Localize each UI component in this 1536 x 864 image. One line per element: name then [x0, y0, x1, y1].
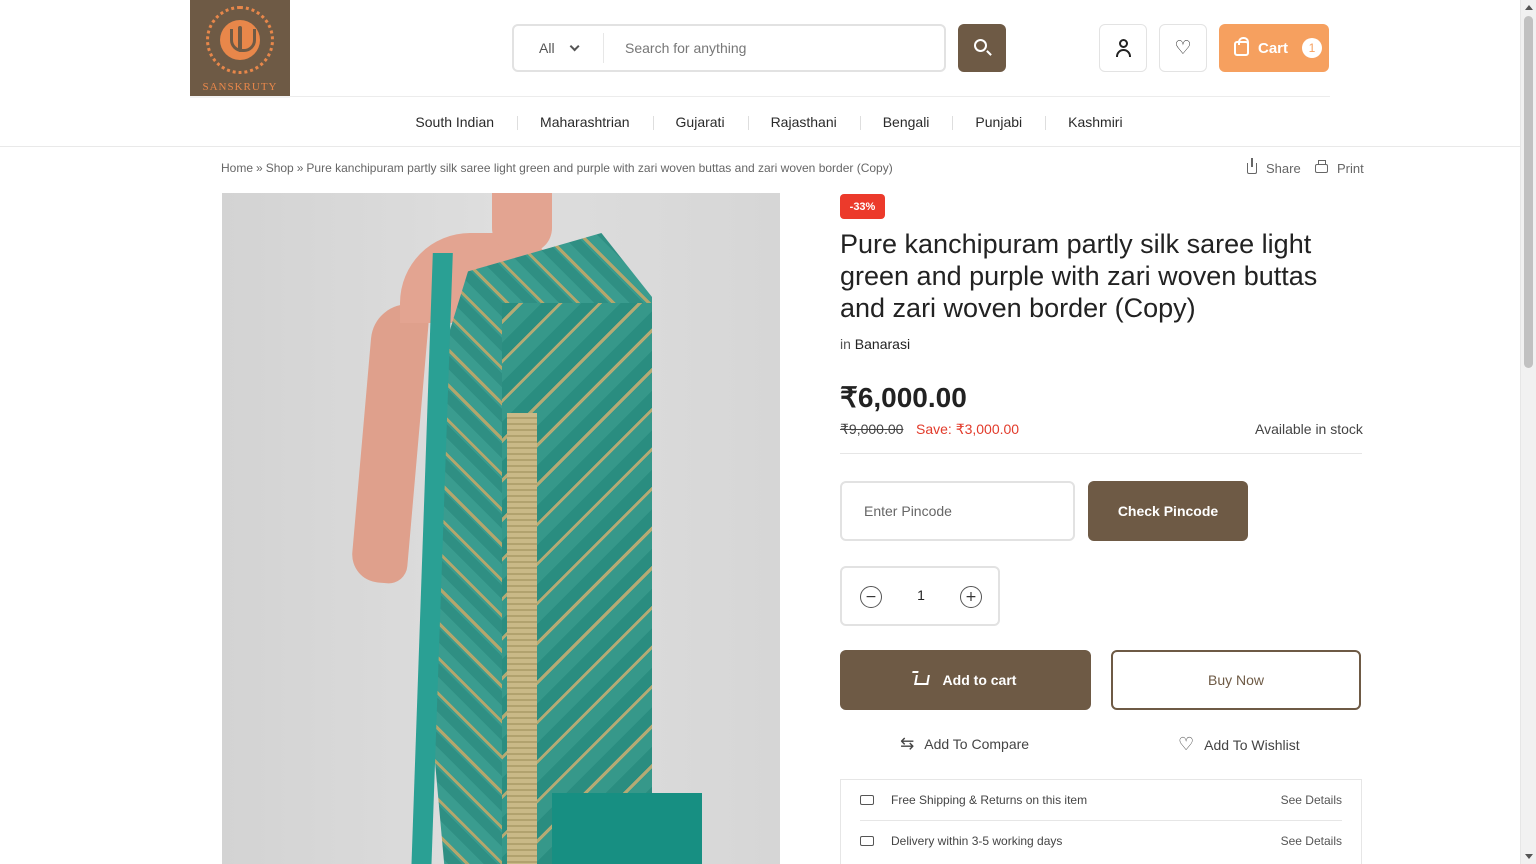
- search-button[interactable]: [958, 24, 1006, 72]
- add-to-compare-button[interactable]: ⇆ Add To Compare: [900, 734, 1029, 754]
- share-label: Share: [1266, 161, 1301, 176]
- breadcrumb-current: Pure kanchipuram partly silk saree light…: [306, 161, 893, 175]
- category-nav: South Indian Maharashtrian Gujarati Raja…: [0, 97, 1520, 147]
- search-input[interactable]: [604, 40, 944, 56]
- account-button[interactable]: [1099, 24, 1147, 72]
- breadcrumb: Home» Shop» Pure kanchipuram partly silk s…: [221, 161, 893, 175]
- original-price: ₹9,000.00: [840, 421, 904, 437]
- user-icon: [1119, 39, 1128, 48]
- product-page: SANSKRUTY All ♡ Cart 1 South Indian Maha…: [0, 0, 1536, 864]
- scrollbar-thumb[interactable]: [1524, 16, 1533, 368]
- feature-text: Delivery within 3-5 working days: [891, 833, 1063, 848]
- add-to-cart-button[interactable]: Add to cart: [840, 650, 1091, 710]
- nav-item-bengali[interactable]: Bengali: [859, 114, 953, 130]
- print-button[interactable]: Print: [1315, 160, 1364, 176]
- product-category: in Banarasi: [840, 336, 910, 352]
- stock-status: Available in stock: [1255, 421, 1363, 437]
- heart-icon: ♡: [1174, 37, 1192, 59]
- discount-badge: -33%: [840, 194, 885, 219]
- search-category-label: All: [539, 40, 555, 56]
- quantity-value[interactable]: 1: [902, 587, 940, 603]
- cart-count-badge: 1: [1302, 38, 1323, 58]
- scroll-up-arrow-icon[interactable]: [1525, 5, 1533, 10]
- scroll-down-arrow-icon[interactable]: [1525, 854, 1533, 859]
- printer-icon: [1315, 160, 1328, 173]
- nav-item-rajasthani[interactable]: Rajasthani: [747, 114, 860, 130]
- feature-shipping: Free Shipping & Returns on this item See…: [841, 780, 1361, 820]
- buy-now-button[interactable]: Buy Now: [1111, 650, 1361, 710]
- brand-name: SANSKRUTY: [202, 81, 278, 93]
- quantity-decrease-button[interactable]: −: [860, 586, 882, 608]
- calendar-icon: [860, 835, 874, 846]
- chevron-down-icon: [569, 40, 580, 51]
- cart-icon: [913, 675, 930, 685]
- add-to-wishlist-button[interactable]: ♡ Add To Wishlist: [1178, 734, 1300, 755]
- heart-icon: ♡: [1178, 734, 1195, 755]
- quantity-increase-button[interactable]: +: [960, 586, 982, 608]
- wishlist-label: Add To Wishlist: [1204, 736, 1300, 753]
- nav-item-south-indian[interactable]: South Indian: [392, 114, 517, 130]
- category-link[interactable]: Banarasi: [855, 336, 910, 352]
- print-label: Print: [1337, 161, 1364, 176]
- feature-delivery: Delivery within 3-5 working days See Det…: [860, 820, 1342, 860]
- search-bar: All: [512, 24, 946, 72]
- search-icon: [974, 39, 987, 52]
- breadcrumb-separator: »: [296, 161, 304, 175]
- nav-item-maharashtrian[interactable]: Maharashtrian: [517, 114, 653, 130]
- breadcrumb-shop[interactable]: Shop: [266, 161, 294, 175]
- nav-item-punjabi[interactable]: Punjabi: [952, 114, 1045, 130]
- see-details-link[interactable]: See Details: [1281, 834, 1342, 848]
- shipping-features: Free Shipping & Returns on this item See…: [840, 779, 1362, 864]
- breadcrumb-separator: »: [256, 161, 263, 175]
- nav-item-gujarati[interactable]: Gujarati: [652, 114, 748, 130]
- site-logo[interactable]: SANSKRUTY: [190, 0, 290, 98]
- see-details-link[interactable]: See Details: [1281, 793, 1342, 807]
- product-title: Pure kanchipuram partly silk saree light…: [840, 229, 1318, 323]
- page-scrollbar[interactable]: [1520, 0, 1536, 864]
- logo-emblem-icon: [206, 6, 274, 74]
- cart-label: Cart: [1258, 39, 1289, 57]
- quantity-stepper: − 1 +: [840, 566, 1000, 626]
- category-prefix: in: [840, 336, 851, 352]
- nav-item-kashmiri[interactable]: Kashmiri: [1045, 114, 1145, 130]
- shopping-bag-icon: [1234, 36, 1249, 56]
- wishlist-header-button[interactable]: ♡: [1159, 24, 1207, 72]
- truck-icon: [860, 795, 874, 805]
- compare-label: Add To Compare: [924, 736, 1030, 752]
- add-to-cart-label: Add to cart: [942, 672, 1017, 688]
- breadcrumb-home[interactable]: Home: [221, 161, 253, 175]
- compare-arrows-icon: ⇆: [900, 734, 915, 754]
- product-image[interactable]: [222, 193, 780, 864]
- savings-amount: Save: ₹3,000.00: [916, 421, 1020, 437]
- current-price: ₹6,000.00: [840, 382, 967, 413]
- share-icon: [1247, 158, 1257, 174]
- share-button[interactable]: Share: [1247, 158, 1301, 176]
- check-pincode-button[interactable]: Check Pincode: [1088, 481, 1248, 541]
- divider: [840, 453, 1362, 454]
- pincode-input[interactable]: [840, 481, 1075, 541]
- cart-button[interactable]: Cart 1: [1219, 24, 1329, 72]
- search-category-select[interactable]: All: [514, 33, 604, 63]
